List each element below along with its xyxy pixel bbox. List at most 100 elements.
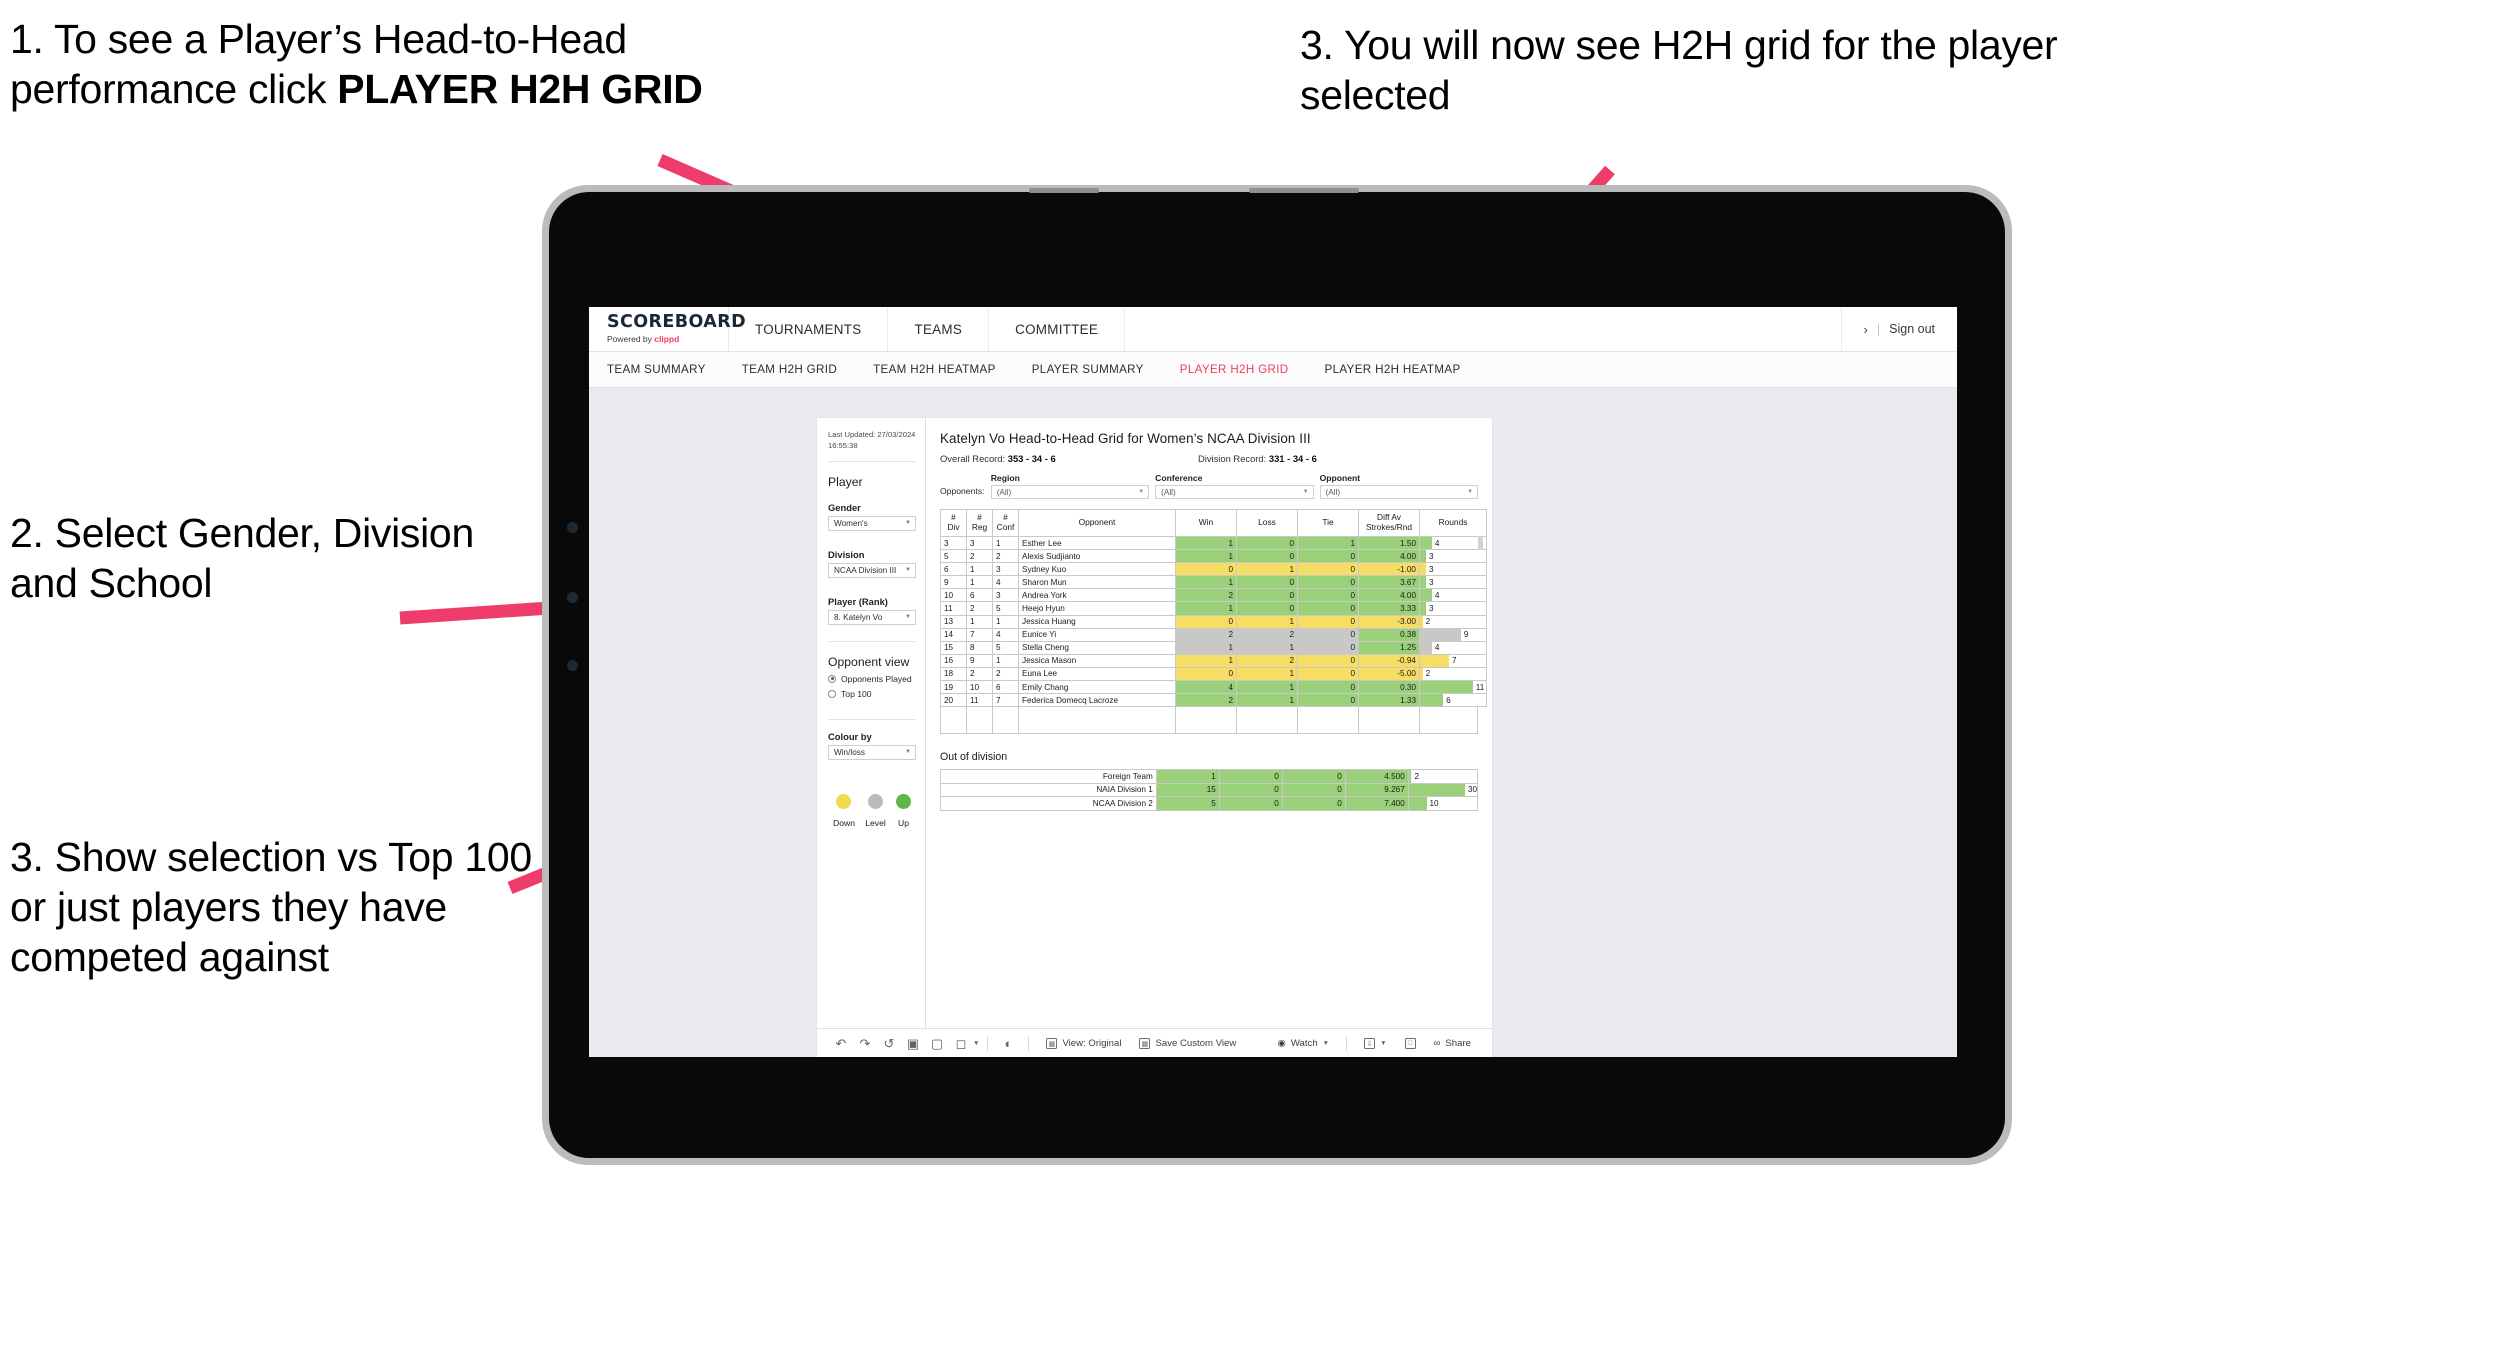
division-select-value: NCAA Division III [834,565,897,575]
player-rank-select-value: 8. Katelyn Vo [834,612,883,622]
player-rank-select[interactable]: 8. Katelyn Vo ▼ [828,609,916,625]
view-original-button[interactable]: ▩ View: Original [1037,1029,1130,1058]
table-row[interactable]: 9 1 4 Sharon Mun 1 0 0 3.67 3 [940,575,1487,590]
table-cell: 1 [1175,549,1237,564]
refresh-icon[interactable]: ▣ [901,1029,925,1058]
tab-player-h2h-grid[interactable]: PLAYER H2H GRID [1180,363,1289,376]
col-header-opponent[interactable]: Opponent [1018,509,1176,537]
pause-updates-icon[interactable]: ▢ [925,1029,949,1058]
rounds-bar-cell: 4 [1419,588,1487,603]
header-spacer [1125,307,1842,351]
table-row[interactable]: 20 11 7 Federica Domecq Lacroze 2 1 0 1.33 6 [940,693,1487,708]
tab-team-h2h-grid[interactable]: TEAM H2H GRID [742,363,837,376]
tab-player-h2h-heatmap[interactable]: PLAYER H2H HEATMAP [1325,363,1461,376]
chevron-down-icon[interactable]: ▼ [973,1040,979,1047]
filter-conference-select[interactable]: (All) ▼ [1155,485,1314,499]
tab-team-h2h-heatmap[interactable]: TEAM H2H HEATMAP [873,363,996,376]
col-header-conf-l1: # [1003,512,1008,523]
col-header-conf[interactable]: # Conf [992,509,1019,537]
player-rank-label: Player (Rank) [828,595,888,607]
annotation-step-2: 2. Select Gender, Division and School [10,510,474,607]
nav-item-tournaments[interactable]: TOURNAMENTS [729,307,889,351]
colour-by-label: Colour by [828,730,872,742]
table-row[interactable]: 15 8 5 Stella Cheng 1 1 0 1.25 4 [940,640,1487,655]
table-row[interactable]: 18 2 2 Euna Lee 0 1 0 -5.00 2 [940,666,1487,682]
filter-opponent-select[interactable]: (All) ▼ [1319,485,1479,499]
empty-cell [1298,707,1359,734]
table-cell: Heejo Hyun [1018,601,1176,616]
table-cell: 10 [940,588,967,603]
table-cell: 0 [1218,796,1283,811]
revert-icon[interactable]: ↺ [877,1029,901,1058]
division-record: Division Record: 331 - 34 - 6 [1198,453,1317,464]
colour-by-select[interactable]: Win/loss ▼ [828,744,916,760]
col-header-diff[interactable]: Diff Av Strokes/Rnd [1358,509,1420,537]
out-of-division-row[interactable]: NCAA Division 2 5 0 0 7.400 10 [940,796,1479,811]
table-cell: 11 [966,693,993,708]
radio-top-100[interactable]: Top 100 [828,689,916,699]
table-row[interactable]: 10 6 3 Andrea York 2 0 0 4.00 4 [940,588,1487,603]
watch-button[interactable]: ◉ Watch ▼ [1268,1029,1338,1058]
col-header-reg[interactable]: # Reg [966,509,993,537]
tab-player-summary[interactable]: PLAYER SUMMARY [1032,363,1144,376]
table-row[interactable]: 11 2 5 Heejo Hyun 1 0 0 3.33 3 [940,601,1487,616]
rounds-bar-cell: 7 [1419,653,1487,668]
col-header-div-l2: Div [947,522,960,532]
fullscreen-button[interactable]: □ [1396,1029,1425,1058]
tableau-toolbar: ↶ ↷ ↺ ▣ ▢ ◻ ▼ ◐ ▩ View: Original ▩ Save … [817,1028,1492,1057]
colour-by-select-value: Win/loss [834,747,865,757]
zoom-icon[interactable]: ◻ [949,1029,973,1058]
table-row[interactable]: 16 9 1 Jessica Mason 1 2 0 -0.94 7 [940,653,1487,668]
table-row[interactable]: 5 2 2 Alexis Sudjianto 1 0 0 4.00 3 [940,549,1487,564]
save-custom-view-button[interactable]: ▩ Save Custom View [1130,1029,1245,1058]
out-of-division-row[interactable]: Foreign Team 1 0 0 4.500 2 [940,769,1479,784]
col-header-div[interactable]: # Div [940,509,967,537]
col-header-loss[interactable]: Loss [1236,509,1298,537]
legend-dot-down [836,793,852,809]
undo-icon[interactable]: ↶ [829,1029,853,1058]
table-scrollbar[interactable] [1478,536,1483,550]
download-icon: ⇩ [1364,1038,1376,1049]
nav-item-committee[interactable]: COMMITTEE [989,307,1126,351]
col-header-tie[interactable]: Tie [1297,509,1359,537]
filter-region-select[interactable]: (All) ▼ [990,485,1150,499]
tablet-bezel: SCOREBOARD Powered by clippd TOURNAMENTS… [549,188,2005,1158]
col-header-win[interactable]: Win [1175,509,1237,537]
sign-out-link[interactable]: Sign out [1889,322,1935,336]
chevron-down-icon: ▼ [905,520,911,527]
chevron-right-icon[interactable]: › [1864,322,1868,337]
table-row[interactable]: 3 3 1 Esther Lee 1 0 1 1.50 4 [940,535,1487,551]
table-cell: 1 [1236,614,1298,629]
table-cell: Esther Lee [1018,535,1176,551]
table-cell: 0 [1236,601,1298,616]
table-cell: 4.00 [1358,549,1420,564]
table-cell: 1 [966,562,993,577]
table-cell: 0 [1297,627,1359,642]
table-cell: 1 [1175,535,1237,551]
division-select[interactable]: NCAA Division III ▼ [828,562,916,578]
table-row[interactable]: 13 1 1 Jessica Huang 0 1 0 -3.00 2 [940,614,1487,629]
table-header-row: # Div # Reg # Conf Opponent Win Loss Tie Di… [940,509,1487,537]
highlight-icon[interactable]: ◐ [996,1029,1020,1058]
filter-conference-label: Conference [1155,473,1203,483]
share-button[interactable]: ∞ Share [1425,1029,1480,1058]
nav-item-teams[interactable]: TEAMS [888,307,990,351]
redo-icon[interactable]: ↷ [853,1029,877,1058]
out-of-division-row[interactable]: NAIA Division 1 15 0 0 9.267 30 [940,782,1479,798]
table-cell: 0 [1297,693,1359,708]
table-cell: 2 [1175,588,1237,603]
table-row[interactable]: 14 7 4 Eunice Yi 2 2 0 0.38 9 [940,627,1487,642]
radio-opponents-played[interactable]: Opponents Played [828,674,916,684]
app-logo[interactable]: SCOREBOARD Powered by clippd [589,307,746,351]
table-cell: 15 [1155,782,1220,798]
tab-team-summary[interactable]: TEAM SUMMARY [607,363,706,376]
filter-conference-value: (All) [1161,487,1176,497]
download-button[interactable]: ⇩ ▼ [1355,1029,1395,1058]
table-row[interactable]: 6 1 3 Sydney Kuo 0 1 0 -1.00 3 [940,562,1487,577]
gender-select[interactable]: Women's ▼ [828,515,916,531]
view-icon: ▩ [1046,1038,1058,1049]
table-row[interactable]: 19 10 6 Emily Chang 4 1 0 0.30 11 [940,680,1487,695]
gender-label: Gender [828,501,861,513]
col-header-rounds[interactable]: Rounds [1419,509,1487,537]
table-cell: 3 [992,588,1019,603]
